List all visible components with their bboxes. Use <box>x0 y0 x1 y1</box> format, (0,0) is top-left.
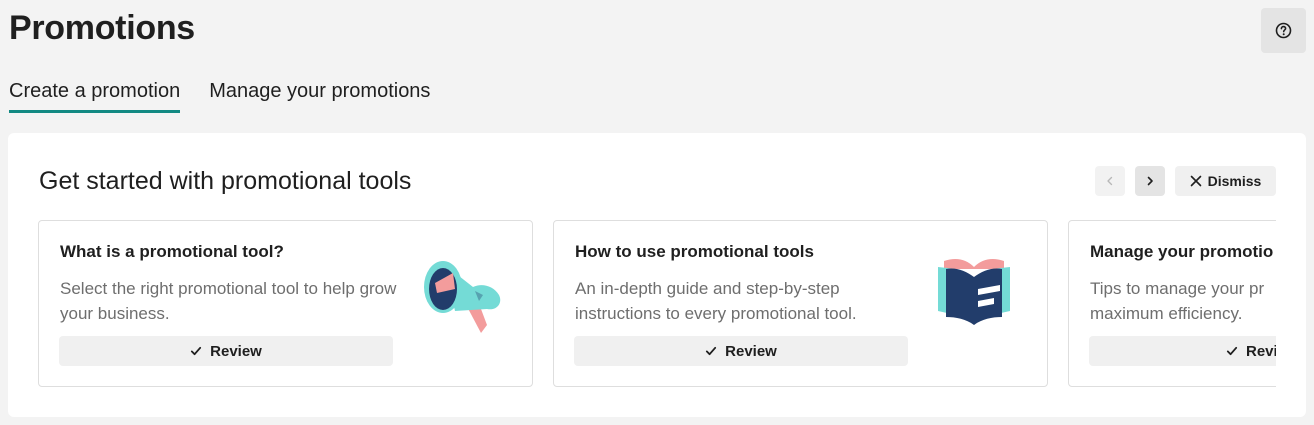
book-icon <box>938 259 1010 325</box>
help-button[interactable] <box>1261 8 1306 53</box>
card-description: An in-depth guide and step-by-step instr… <box>575 279 857 323</box>
review-label: Review <box>725 342 777 360</box>
chevron-left-icon <box>1107 176 1113 186</box>
close-icon <box>1190 175 1201 187</box>
review-label: Revie <box>1245 342 1276 360</box>
promotional-tools-panel: Get started with promotional tools Dismi… <box>8 133 1306 417</box>
tab-create-promotion[interactable]: Create a promotion <box>9 76 181 113</box>
card-how-to-use-promotional-tools: How to use promotional tools An in-depth… <box>553 220 1048 387</box>
panel-title: Get started with promotional tools <box>39 167 412 195</box>
card-what-is-promotional-tool: What is a promotional tool? Select the r… <box>38 220 533 387</box>
card-manage-your-promotions: Manage your promotio Tips to manage your… <box>1068 220 1276 387</box>
card-title: What is a promotional tool? <box>60 242 284 261</box>
tab-manage-promotions[interactable]: Manage your promotions <box>209 76 430 113</box>
dismiss-label: Dismiss <box>1207 173 1262 189</box>
review-button[interactable]: Review <box>59 336 393 366</box>
review-button[interactable]: Revie <box>1089 336 1276 366</box>
tab-bar: Create a promotion Manage your promotion… <box>9 76 459 114</box>
checkmark-icon <box>706 346 717 356</box>
card-description: Tips to manage your pr maximum efficienc… <box>1090 279 1265 323</box>
previous-button[interactable] <box>1095 166 1125 196</box>
card-title: How to use promotional tools <box>575 242 814 261</box>
question-circle-icon <box>1275 22 1292 39</box>
review-label: Review <box>210 342 262 360</box>
dismiss-button[interactable]: Dismiss <box>1175 166 1276 196</box>
card-description: Select the right promotional tool to hel… <box>60 279 397 323</box>
review-button[interactable]: Review <box>574 336 908 366</box>
next-button[interactable] <box>1135 166 1165 196</box>
checkmark-icon <box>191 346 202 356</box>
megaphone-icon <box>424 261 501 333</box>
checkmark-icon <box>1226 346 1238 356</box>
page-title: Promotions <box>9 9 195 47</box>
cards-carousel: What is a promotional tool? Select the r… <box>38 220 1276 387</box>
card-title: Manage your promotio <box>1090 242 1274 261</box>
chevron-right-icon <box>1147 176 1153 186</box>
